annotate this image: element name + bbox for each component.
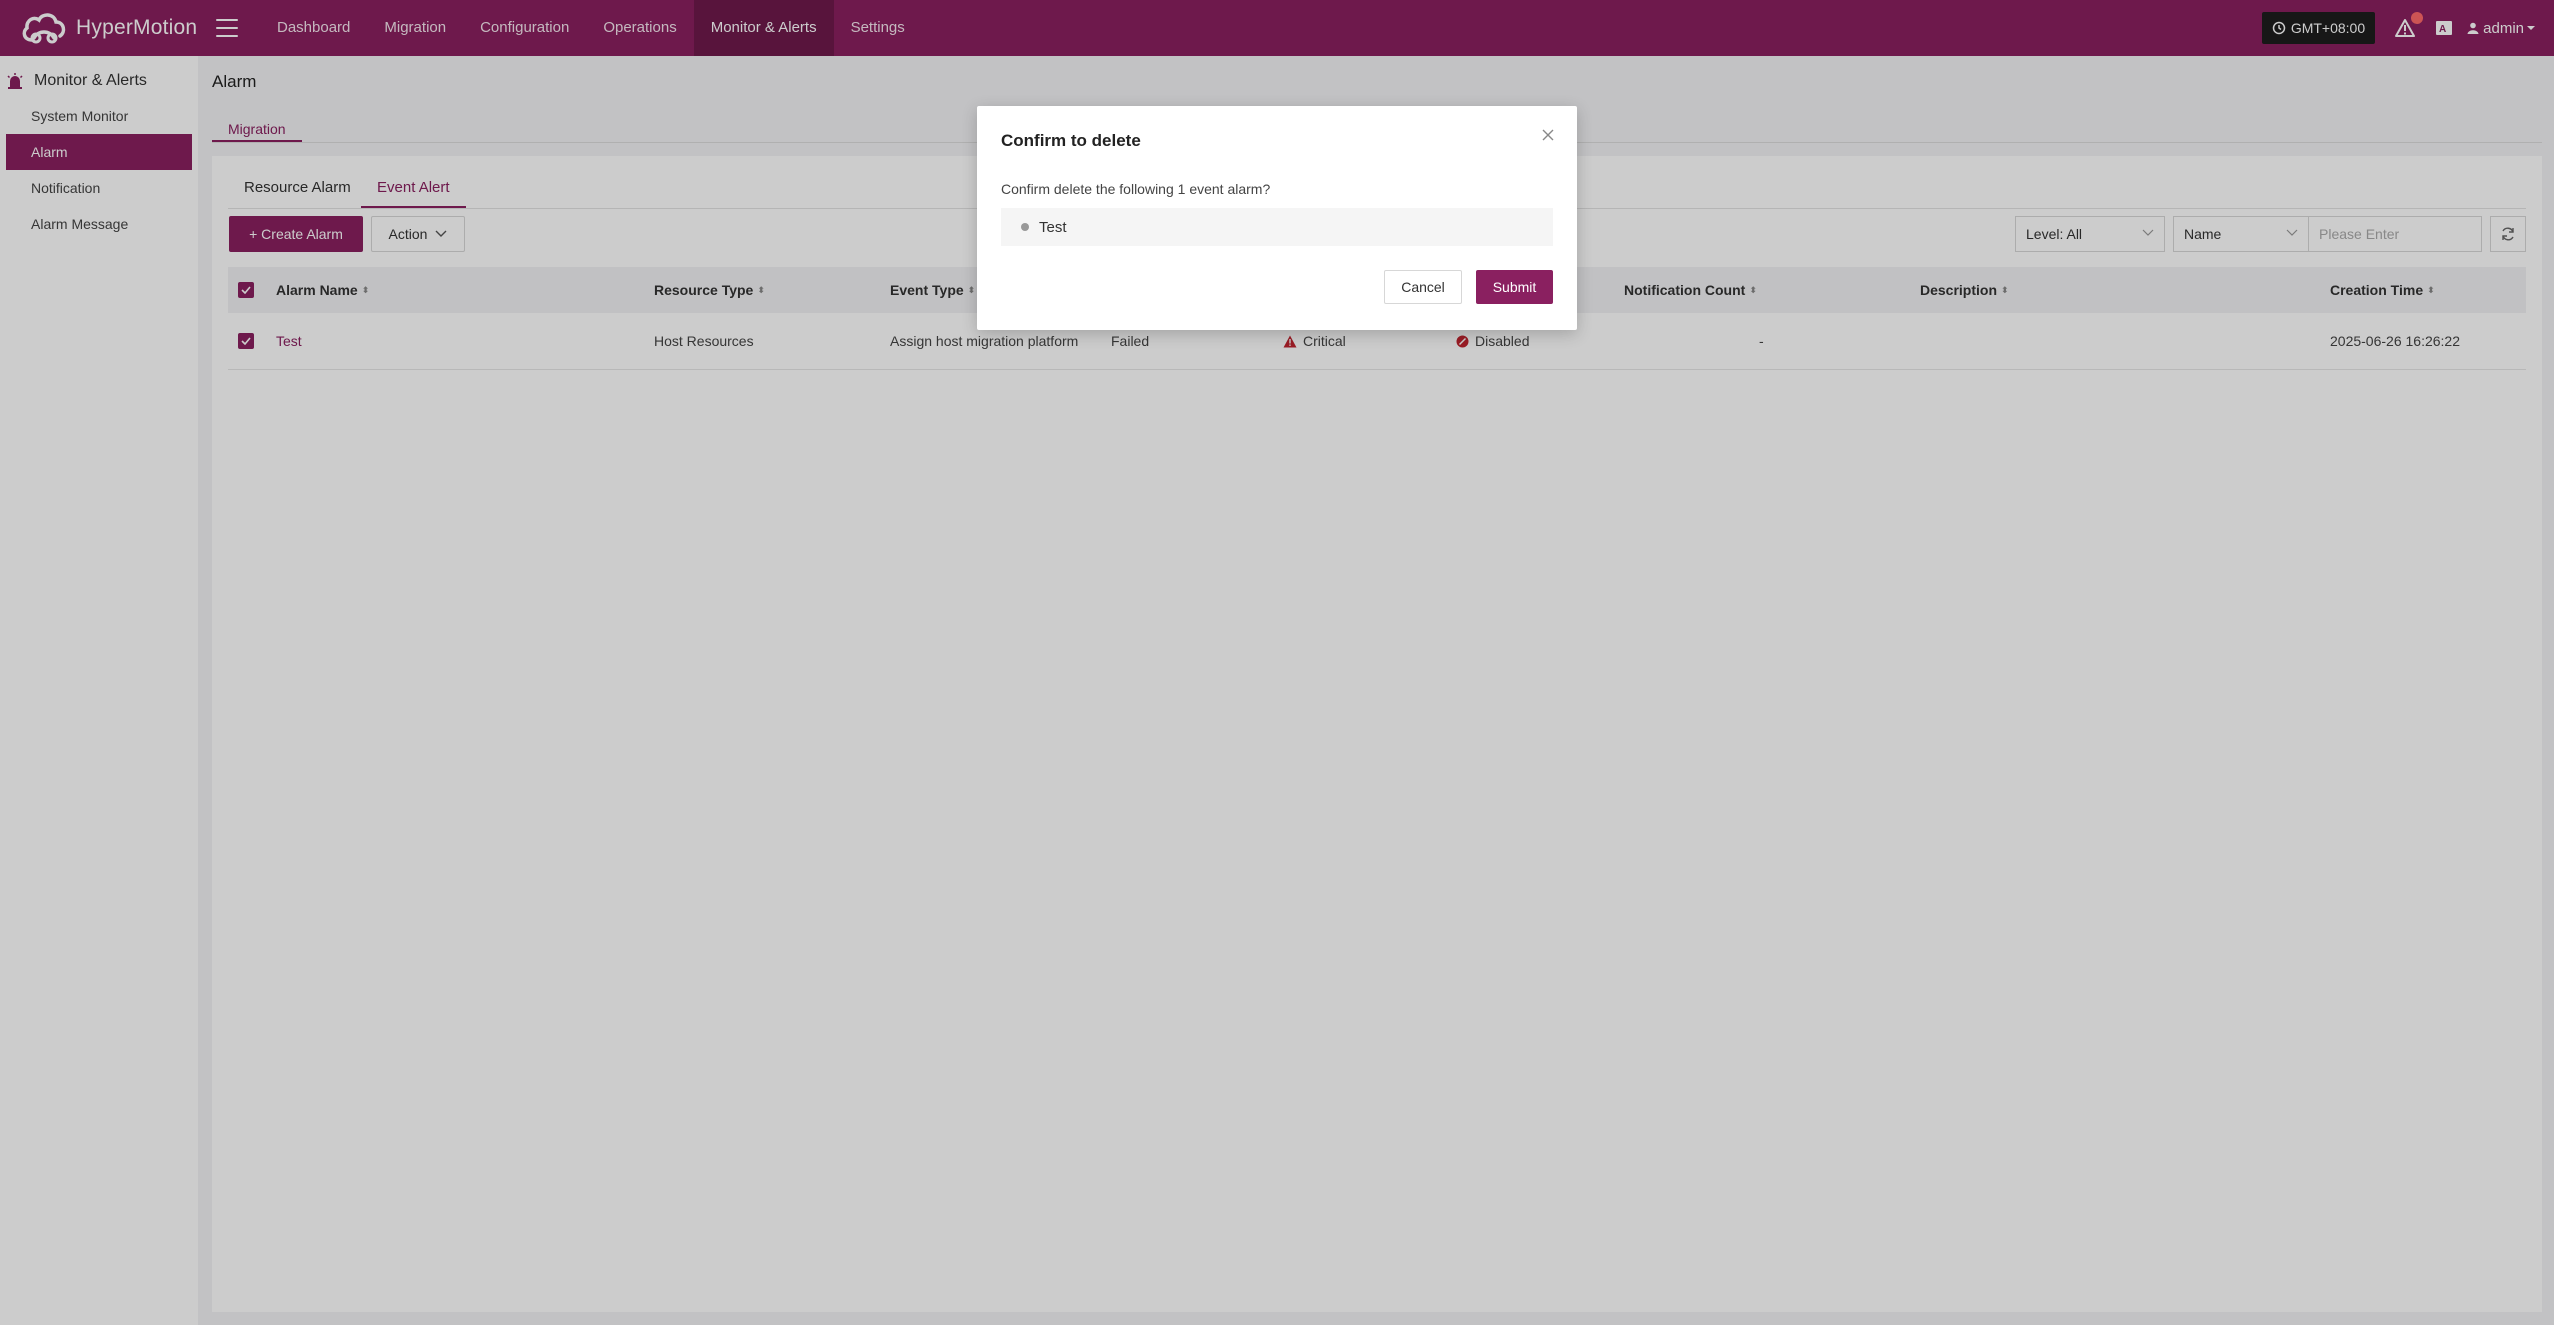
- confirm-delete-dialog: Confirm to delete Confirm delete the fol…: [977, 106, 1577, 330]
- delete-item-list: Test: [1001, 208, 1553, 246]
- delete-item: Test: [1039, 218, 1067, 236]
- submit-button[interactable]: Submit: [1476, 270, 1553, 304]
- cancel-button[interactable]: Cancel: [1384, 270, 1462, 304]
- dialog-title: Confirm to delete: [1001, 131, 1141, 150]
- close-icon[interactable]: [1541, 128, 1555, 142]
- bullet-icon: [1021, 223, 1029, 231]
- dialog-message: Confirm delete the following 1 event ala…: [1001, 181, 1271, 197]
